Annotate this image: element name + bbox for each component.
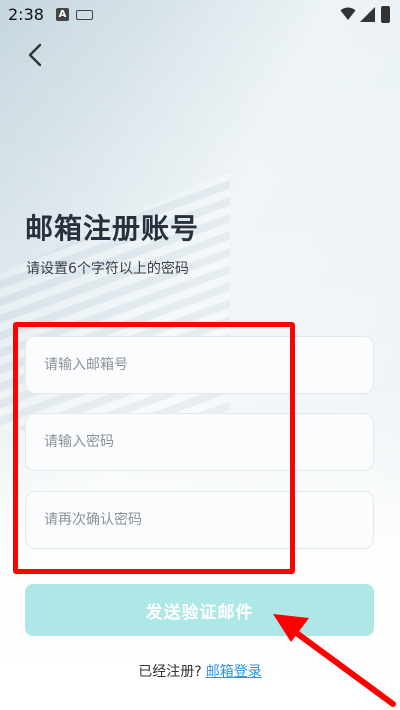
already-registered-text: 已经注册? <box>138 664 202 680</box>
status-bar: 2:38 A <box>0 0 400 30</box>
wifi-icon <box>340 7 356 20</box>
status-time: 2:38 <box>8 5 44 24</box>
page-subtitle: 请设置6个字符以上的密码 <box>26 261 189 277</box>
signal-icon <box>360 7 375 22</box>
annotation-highlight-box <box>13 322 295 574</box>
email-login-link[interactable]: 邮箱登录 <box>206 664 262 680</box>
a-notification-icon: A <box>56 8 69 21</box>
annotation-arrow-icon <box>273 614 396 707</box>
back-button[interactable] <box>20 40 50 70</box>
chevron-left-icon <box>28 43 42 67</box>
keyboard-icon <box>76 10 93 20</box>
battery-icon <box>381 6 390 23</box>
page-title: 邮箱注册账号 <box>25 212 200 245</box>
